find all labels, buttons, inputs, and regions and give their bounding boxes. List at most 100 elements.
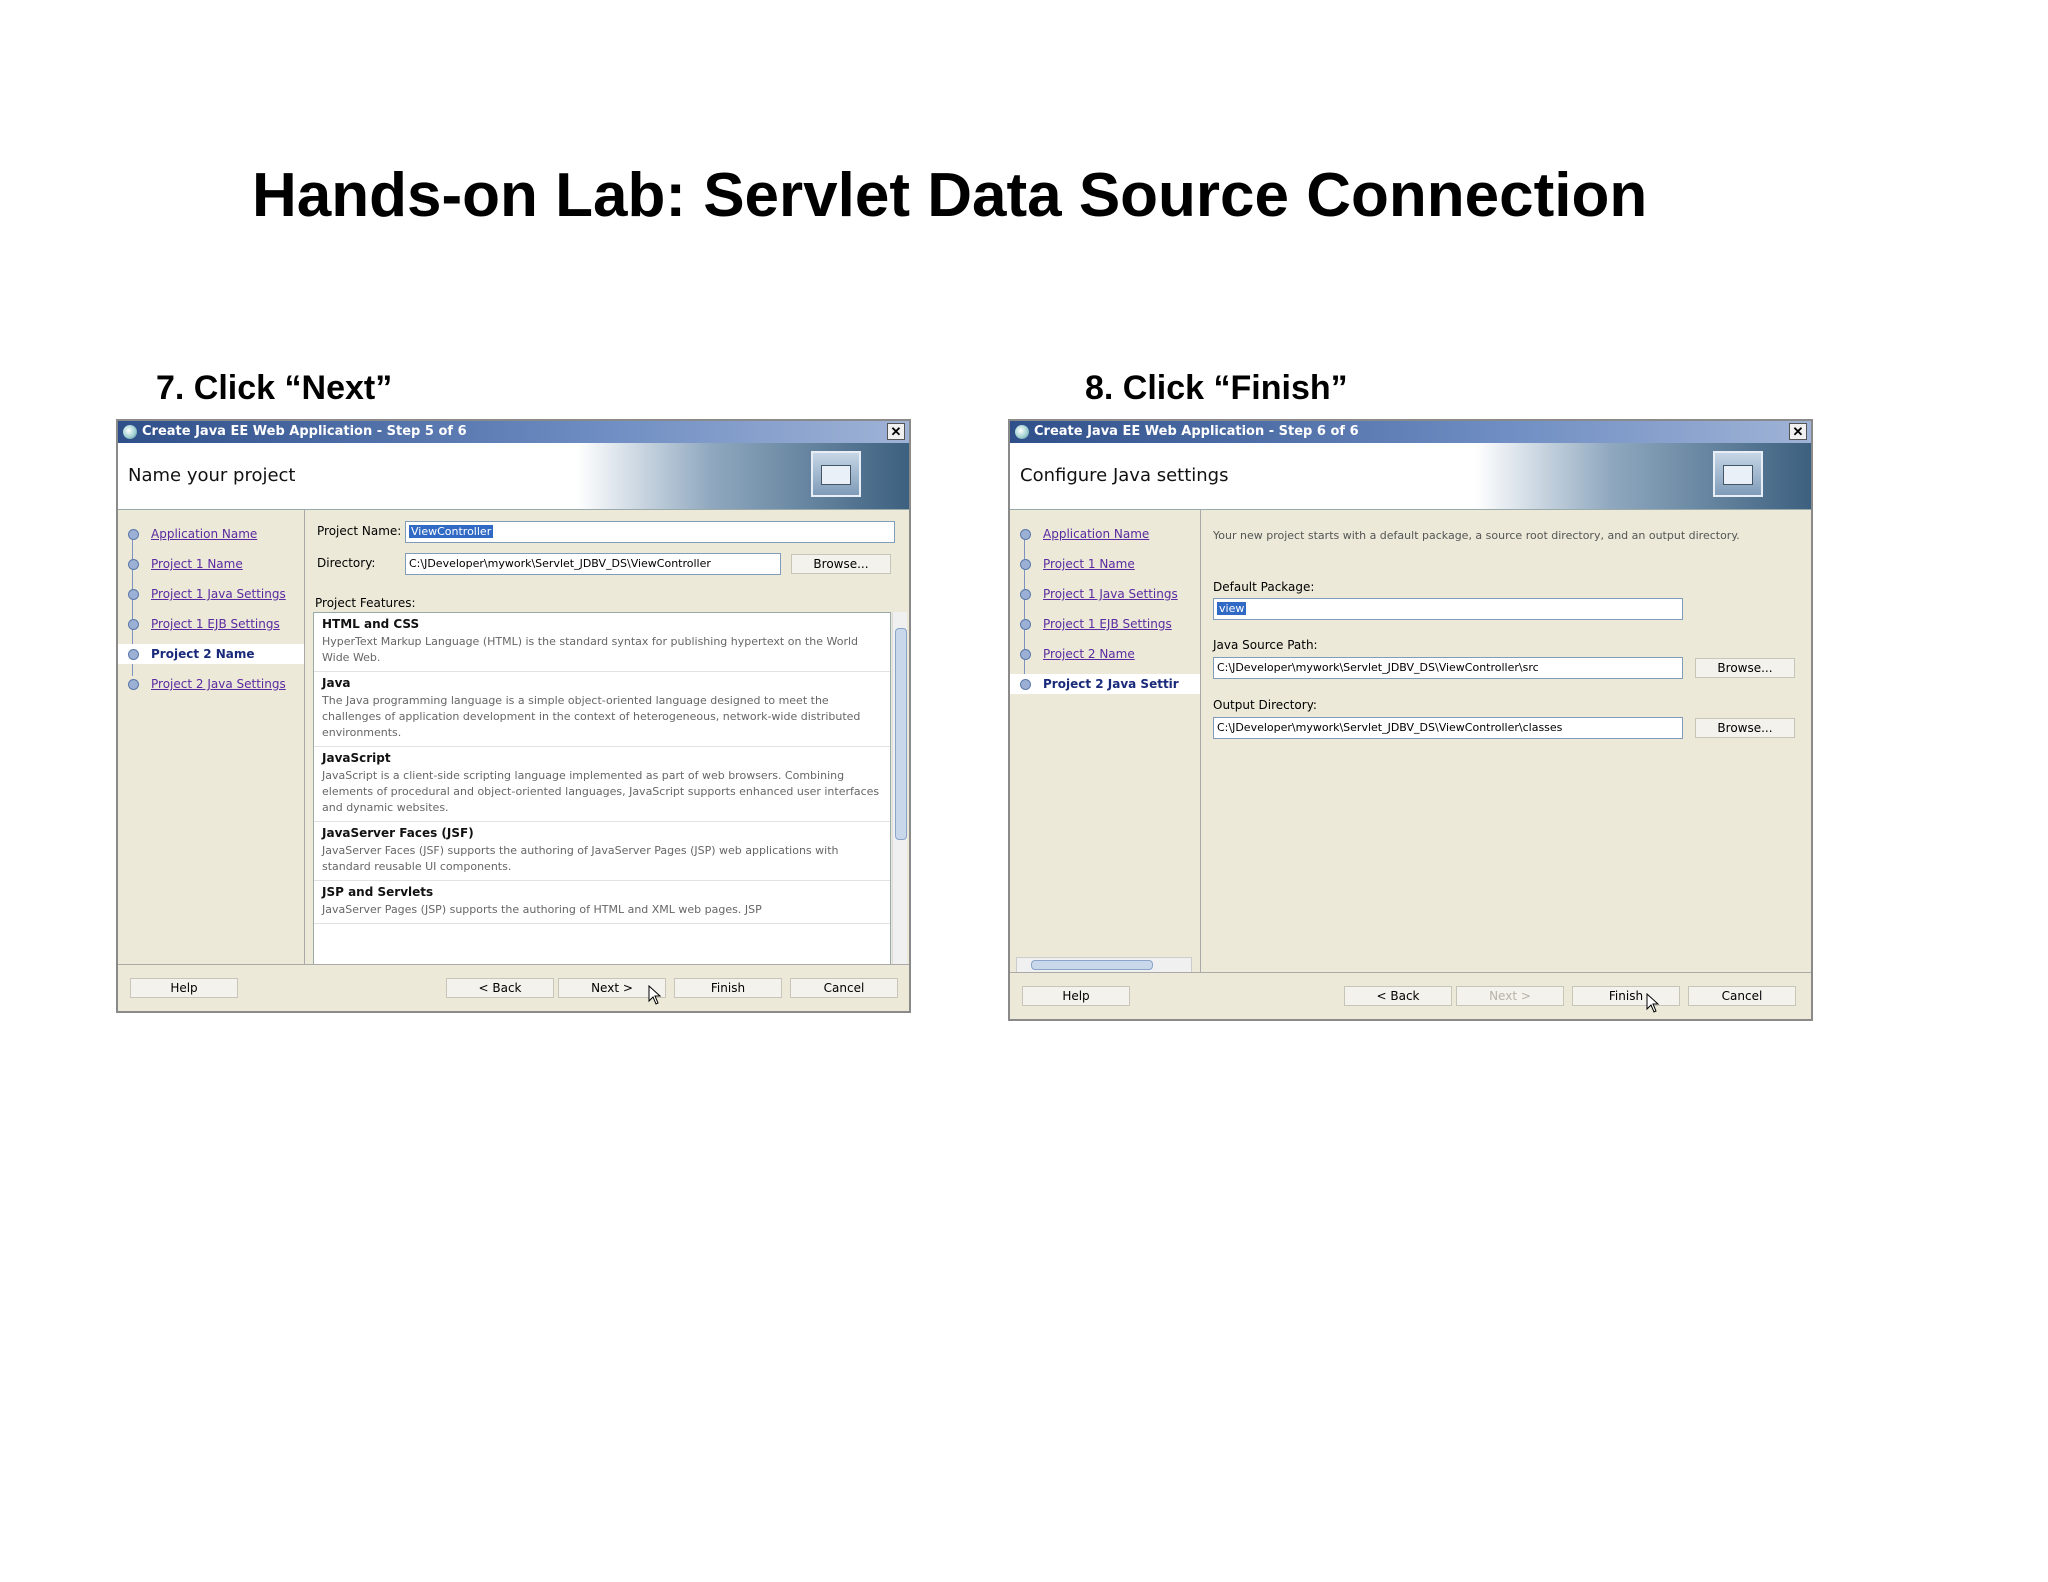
output-directory-input[interactable]: C:\JDeveloper\mywork\Servlet_JDBV_DS\Vie… [1213, 717, 1683, 739]
help-button[interactable]: Help [1022, 986, 1130, 1006]
nav-item-label: Application Name [1043, 527, 1150, 541]
back-button[interactable]: < Back [1344, 986, 1452, 1006]
wizard-nav: Application Name Project 1 Name Project … [118, 510, 305, 965]
dialog-footer: Help < Back Next > Finish Cancel [1010, 972, 1811, 1019]
default-package-value: view [1217, 602, 1247, 615]
nav-item-project-2-name[interactable]: Project 2 Name [1020, 644, 1135, 664]
feature-name: JavaServer Faces (JSF) [322, 826, 474, 840]
mouse-cursor-icon [648, 985, 662, 1005]
feature-name: Java [322, 676, 351, 690]
feature-description: JavaServer Pages (JSP) supports the auth… [322, 903, 762, 916]
directory-label: Directory: [317, 556, 376, 570]
feature-item[interactable]: JSP and Servlets JavaServer Pages (JSP) … [314, 881, 890, 924]
java-source-path-input[interactable]: C:\JDeveloper\mywork\Servlet_JDBV_DS\Vie… [1213, 657, 1683, 679]
feature-item[interactable]: JavaServer Faces (JSF) JavaServer Faces … [314, 822, 890, 881]
wizard-content: Your new project starts with a default p… [1201, 510, 1811, 973]
wizard-nav: Application Name Project 1 Name Project … [1010, 510, 1201, 973]
project-features-list[interactable]: HTML and CSS HyperText Markup Language (… [313, 612, 891, 965]
nav-item-project-1-name[interactable]: Project 1 Name [1020, 554, 1135, 574]
step-8-label: 8. Click “Finish” [1085, 369, 1348, 407]
feature-name: JavaScript [322, 751, 391, 765]
finish-button[interactable]: Finish [1572, 986, 1680, 1006]
next-button[interactable]: Next > [1456, 986, 1564, 1006]
step-dot-icon [128, 589, 139, 600]
java-source-path-label: Java Source Path: [1213, 638, 1318, 652]
info-text: Your new project starts with a default p… [1213, 529, 1740, 542]
dialog-step-5: Create Java EE Web Application - Step 5 … [116, 419, 911, 1013]
feature-description: The Java programming language is a simpl… [322, 694, 861, 739]
wizard-banner-icon [811, 451, 861, 497]
default-package-label: Default Package: [1213, 580, 1315, 594]
slide-title: Hands-on Lab: Servlet Data Source Connec… [252, 161, 1648, 230]
nav-item-project-1-ejb-settings[interactable]: Project 1 EJB Settings [128, 614, 280, 634]
feature-item[interactable]: Java The Java programming language is a … [314, 672, 890, 747]
close-icon: ✕ [1792, 424, 1804, 439]
close-button[interactable]: ✕ [1789, 423, 1807, 440]
nav-item-label: Project 1 Java Settings [151, 587, 286, 601]
feature-item[interactable]: HTML and CSS HyperText Markup Language (… [314, 613, 890, 672]
cancel-button[interactable]: Cancel [790, 978, 898, 998]
dialog-titlebar[interactable]: Create Java EE Web Application - Step 6 … [1010, 421, 1811, 443]
feature-description: JavaServer Faces (JSF) supports the auth… [322, 844, 839, 873]
step-dot-icon [1020, 529, 1031, 540]
step-dot-icon [128, 559, 139, 570]
step-dot-icon [1020, 559, 1031, 570]
scrollbar-thumb[interactable] [1031, 960, 1153, 970]
nav-item-project-2-java-settings[interactable]: Project 2 Java Settir [1010, 674, 1200, 694]
cancel-button[interactable]: Cancel [1688, 986, 1796, 1006]
header-title: Configure Java settings [1020, 465, 1229, 486]
window-title: Create Java EE Web Application - Step 5 … [142, 424, 467, 439]
current-step-icon [1020, 679, 1031, 690]
nav-item-label: Project 2 Name [1043, 647, 1135, 661]
scrollbar-thumb[interactable] [895, 628, 907, 840]
browse-button[interactable]: Browse... [791, 554, 891, 574]
project-name-input[interactable]: ViewController [405, 521, 895, 543]
browse-output-button[interactable]: Browse... [1695, 718, 1795, 738]
nav-item-application-name[interactable]: Application Name [1020, 524, 1149, 544]
default-package-input[interactable]: view [1213, 598, 1683, 620]
step-dot-icon [1020, 649, 1031, 660]
dialog-titlebar[interactable]: Create Java EE Web Application - Step 5 … [118, 421, 909, 443]
directory-input[interactable]: C:\JDeveloper\mywork\Servlet_JDBV_DS\Vie… [405, 553, 781, 575]
window-title: Create Java EE Web Application - Step 6 … [1034, 424, 1359, 439]
nav-item-project-1-ejb-settings[interactable]: Project 1 EJB Settings [1020, 614, 1172, 634]
close-button[interactable]: ✕ [887, 423, 905, 440]
nav-item-project-1-java-settings[interactable]: Project 1 Java Settings [128, 584, 286, 604]
nav-item-application-name[interactable]: Application Name [128, 524, 257, 544]
nav-horizontal-scrollbar[interactable] [1016, 957, 1192, 973]
nav-item-label: Project 1 Java Settings [1043, 587, 1178, 601]
step-dot-icon [128, 679, 139, 690]
nav-item-label: Project 2 Name [151, 647, 255, 661]
nav-item-project-2-name[interactable]: Project 2 Name [118, 644, 304, 664]
nav-item-label: Project 1 Name [151, 557, 243, 571]
app-icon [1015, 425, 1029, 439]
nav-item-project-1-java-settings[interactable]: Project 1 Java Settings [1020, 584, 1178, 604]
nav-item-label: Project 2 Java Settir [1043, 677, 1179, 691]
nav-item-label: Project 1 EJB Settings [1043, 617, 1172, 631]
feature-description: HyperText Markup Language (HTML) is the … [322, 635, 859, 664]
dialog-header: Configure Java settings [1010, 443, 1811, 510]
mouse-cursor-icon [1646, 993, 1660, 1013]
app-icon [123, 425, 137, 439]
feature-name: JSP and Servlets [322, 885, 434, 899]
close-icon: ✕ [890, 424, 902, 439]
nav-item-label: Project 1 EJB Settings [151, 617, 280, 631]
nav-item-label: Project 1 Name [1043, 557, 1135, 571]
help-button[interactable]: Help [130, 978, 238, 998]
step-dot-icon [1020, 619, 1031, 630]
dialog-footer: Help < Back Next > Finish Cancel [118, 964, 909, 1011]
step-dot-icon [128, 619, 139, 630]
features-scrollbar[interactable] [892, 612, 907, 965]
project-name-value: ViewController [409, 525, 494, 538]
current-step-icon [128, 649, 139, 660]
back-button[interactable]: < Back [446, 978, 554, 998]
header-title: Name your project [128, 465, 296, 486]
nav-item-project-1-name[interactable]: Project 1 Name [128, 554, 243, 574]
finish-button[interactable]: Finish [674, 978, 782, 998]
wizard-banner-icon [1713, 451, 1763, 497]
feature-item[interactable]: JavaScript JavaScript is a client-side s… [314, 747, 890, 822]
step-dot-icon [1020, 589, 1031, 600]
project-name-label: Project Name: [317, 524, 402, 538]
nav-item-project-2-java-settings[interactable]: Project 2 Java Settings [128, 674, 286, 694]
browse-source-button[interactable]: Browse... [1695, 658, 1795, 678]
